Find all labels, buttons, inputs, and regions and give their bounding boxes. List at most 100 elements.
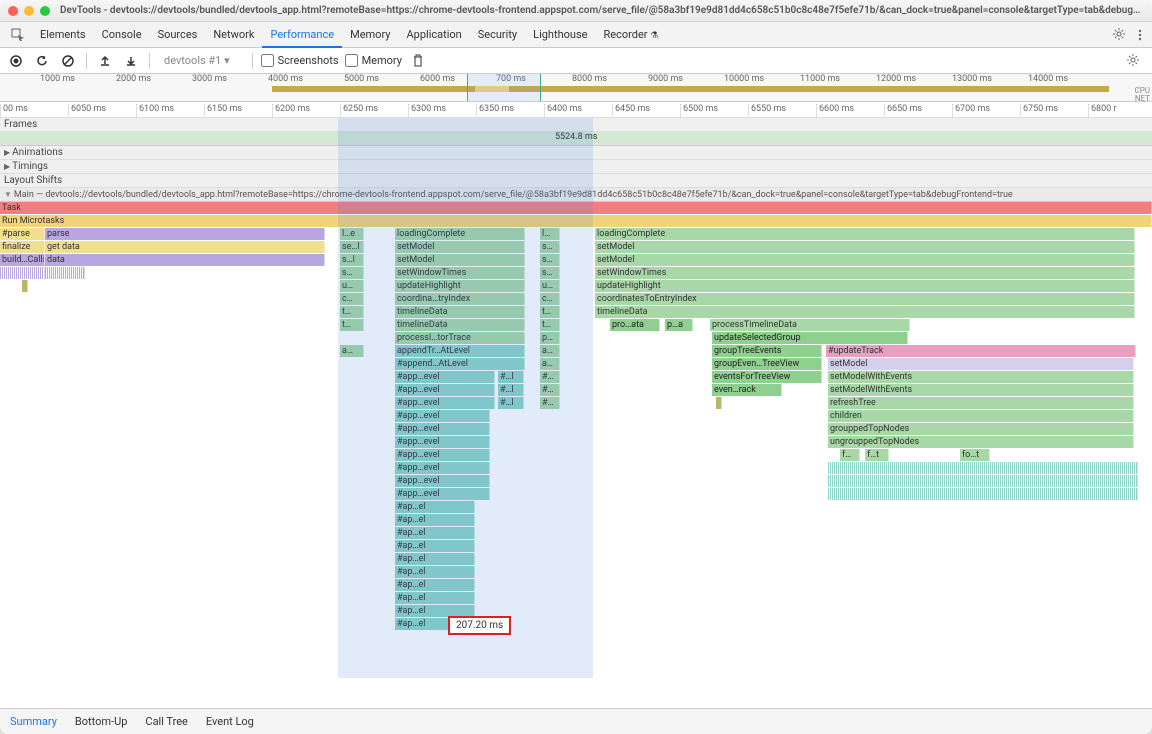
tab-call-tree[interactable]: Call Tree: [143, 715, 189, 728]
flame-block[interactable]: groupTreeEvents: [712, 345, 822, 357]
upload-button[interactable]: [95, 51, 115, 71]
more-icon[interactable]: [1138, 28, 1142, 42]
flame-block[interactable]: setModel: [595, 254, 1135, 266]
animations-track-header[interactable]: ▶Animations: [0, 146, 1152, 160]
flame-block[interactable]: timelineData: [595, 306, 1135, 318]
flame-block[interactable]: [828, 462, 1138, 474]
flame-block[interactable]: groupEven…TreeView: [712, 358, 822, 370]
main-thread-header[interactable]: ▼Main — devtools://devtools/bundled/devt…: [0, 188, 1152, 202]
flame-block[interactable]: u…: [540, 280, 560, 292]
flame-block[interactable]: t…: [340, 319, 364, 331]
flame-block[interactable]: processTimelineData: [710, 319, 910, 331]
flame-block[interactable]: setWindowTimes: [595, 267, 1135, 279]
minimize-window-button[interactable]: [24, 6, 34, 16]
flame-block[interactable]: #ap…el: [395, 553, 475, 565]
flame-block[interactable]: processI…torTrace: [395, 332, 525, 344]
layout-shifts-track-header[interactable]: Layout Shifts: [0, 174, 1152, 188]
tab-console[interactable]: Console: [94, 22, 150, 48]
flame-block[interactable]: eventsForTreeView: [712, 371, 822, 383]
flame-block[interactable]: #app…evel: [395, 410, 490, 422]
tab-bottom-up[interactable]: Bottom-Up: [73, 715, 130, 728]
flame-block[interactable]: f…: [840, 449, 860, 461]
flame-block[interactable]: f…t: [865, 449, 889, 461]
flame-block[interactable]: finalize: [0, 241, 45, 253]
flame-block[interactable]: children: [828, 410, 1134, 422]
flame-block[interactable]: s…: [540, 241, 560, 253]
flame-block[interactable]: setModel: [595, 241, 1135, 253]
clear-button[interactable]: [58, 51, 78, 71]
flame-block[interactable]: setModel: [828, 358, 1134, 370]
flame-block[interactable]: #ap…el: [395, 566, 475, 578]
maximize-window-button[interactable]: [40, 6, 50, 16]
flame-block[interactable]: #parse: [0, 228, 45, 240]
flame-block[interactable]: #…l: [498, 384, 524, 396]
screenshots-checkbox[interactable]: Screenshots: [261, 54, 339, 67]
flame-block[interactable]: #app…evel: [395, 423, 490, 435]
flame-block[interactable]: se…l: [340, 241, 364, 253]
flame-block[interactable]: coordinatesToEntryIndex: [595, 293, 1135, 305]
flame-block[interactable]: [0, 267, 45, 279]
flame-block[interactable]: #app…evel: [395, 397, 495, 409]
tab-performance[interactable]: Performance: [262, 22, 342, 48]
flame-block[interactable]: setModelWithEvents: [828, 384, 1134, 396]
flame-block[interactable]: a…: [340, 345, 364, 357]
flame-chart[interactable]: ◀ ▶ Frames 5524.8 ms ▶Animations ▶Timing…: [0, 118, 1152, 678]
flame-block[interactable]: s…: [340, 267, 364, 279]
flame-block[interactable]: [828, 475, 1138, 487]
flame-block[interactable]: p…a: [665, 319, 693, 331]
flame-block[interactable]: setWindowTimes: [395, 267, 525, 279]
flame-block[interactable]: ungrouppedTopNodes: [828, 436, 1134, 448]
flame-block[interactable]: #ap…el: [395, 527, 475, 539]
flame-block[interactable]: parse: [45, 228, 325, 240]
flame-block[interactable]: s…: [540, 254, 560, 266]
flame-block[interactable]: #…: [540, 397, 560, 409]
flame-block[interactable]: #…l: [498, 397, 524, 409]
tab-network[interactable]: Network: [205, 22, 262, 48]
flame-block[interactable]: t…: [540, 319, 560, 331]
flame-block[interactable]: [828, 488, 1138, 500]
settings-icon[interactable]: [1112, 27, 1128, 43]
timeline-overview[interactable]: 1000 ms2000 ms3000 ms4000 ms5000 ms6000 …: [0, 74, 1152, 102]
flame-block[interactable]: #app…evel: [395, 436, 490, 448]
flame-block[interactable]: loadingComplete: [395, 228, 525, 240]
flame-block[interactable]: s…l: [340, 254, 364, 266]
flame-block[interactable]: setModel: [395, 254, 525, 266]
tab-elements[interactable]: Elements: [32, 22, 94, 48]
frames-track-header[interactable]: Frames: [0, 118, 1152, 132]
flame-block[interactable]: Task: [0, 202, 1152, 214]
close-window-button[interactable]: [8, 6, 18, 16]
flame-block[interactable]: even…rack: [712, 384, 782, 396]
flame-block[interactable]: setModelWithEvents: [828, 371, 1134, 383]
flame-block[interactable]: [45, 267, 85, 279]
reload-record-button[interactable]: [32, 51, 52, 71]
flame-block[interactable]: #ap…el: [395, 514, 475, 526]
flame-block[interactable]: setModel: [395, 241, 525, 253]
flame-block[interactable]: c…: [540, 293, 560, 305]
flame-block[interactable]: #…: [540, 371, 560, 383]
timeline-ruler[interactable]: 00 ms6050 ms6100 ms6150 ms6200 ms6250 ms…: [0, 102, 1152, 118]
trash-button[interactable]: [408, 51, 428, 71]
flame-block[interactable]: #app…evel: [395, 488, 490, 500]
flame-block[interactable]: u…: [340, 280, 364, 292]
flame-block[interactable]: #ap…el: [395, 540, 475, 552]
download-button[interactable]: [121, 51, 141, 71]
tab-memory[interactable]: Memory: [342, 22, 398, 48]
flame-block[interactable]: #append…AtLevel: [395, 358, 525, 370]
flame-block[interactable]: pro…ata: [610, 319, 660, 331]
tab-recorder[interactable]: Recorder ⚗: [595, 22, 666, 48]
flame-block[interactable]: a…: [540, 345, 560, 357]
flame-block[interactable]: c…: [340, 293, 364, 305]
flame-block[interactable]: l…e: [340, 228, 364, 240]
flame-block[interactable]: fo…t: [960, 449, 990, 461]
flame-block[interactable]: data: [45, 254, 325, 266]
flame-block[interactable]: #app…evel: [395, 384, 495, 396]
flame-block[interactable]: refreshTree: [828, 397, 1134, 409]
flame-block[interactable]: #…: [540, 384, 560, 396]
inspect-element-icon[interactable]: [10, 27, 26, 43]
tab-event-log[interactable]: Event Log: [204, 715, 256, 728]
flame-block[interactable]: timelineData: [395, 306, 525, 318]
timings-track-header[interactable]: ▶Timings: [0, 160, 1152, 174]
tab-sources[interactable]: Sources: [150, 22, 206, 48]
flame-block[interactable]: updateSelectedGroup: [712, 332, 908, 344]
tab-application[interactable]: Application: [398, 22, 469, 48]
